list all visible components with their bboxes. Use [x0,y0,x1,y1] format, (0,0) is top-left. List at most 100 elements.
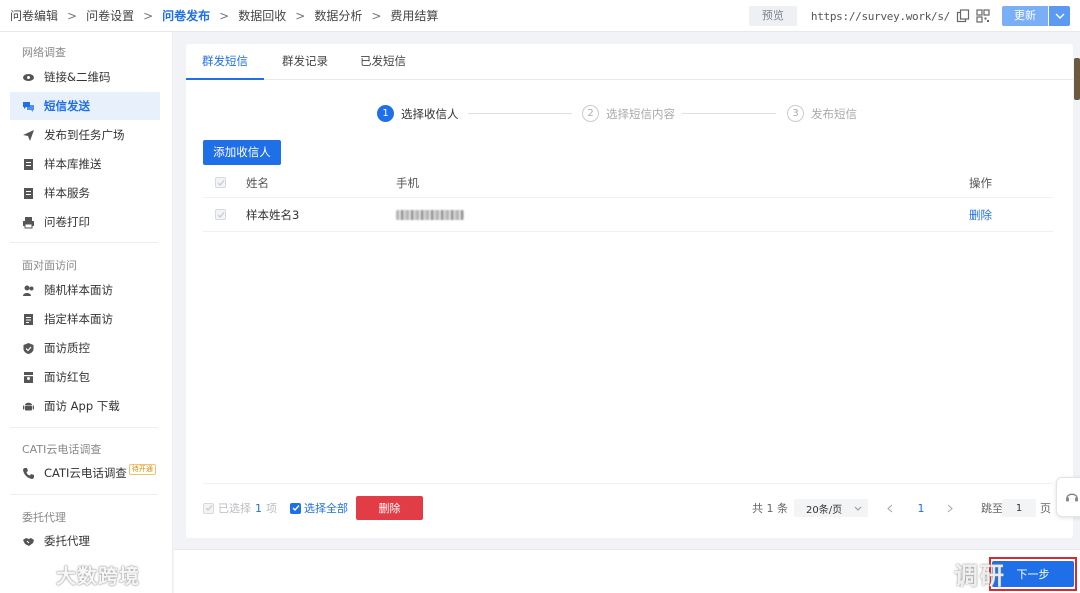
select-all-all-checkbox[interactable] [290,502,301,514]
tab-sent-sms[interactable]: 已发短信 [346,44,420,80]
sidebar-item-label: 发布到任务广场 [44,128,125,142]
next-page-button[interactable] [947,496,953,520]
select-all-label: 选择全部 [304,502,348,515]
column-header-phone: 手机 [396,175,419,190]
sidebar-item-label: 委托代理 [44,534,90,548]
sidebar-item-print[interactable]: 问卷打印 [10,208,160,236]
breadcrumb-separator: > [219,8,230,23]
sidebar-item-link-qrcode[interactable]: 链接&二维码 [10,63,160,91]
select-all-checkbox[interactable] [215,177,226,188]
divider [10,242,158,243]
scrollbar-thumb[interactable] [1074,58,1080,100]
sms-icon [22,100,35,113]
sidebar: 网络调查 链接&二维码 短信发送 发布到任务广场 样本库推送 样本服务 问卷打印… [0,32,173,593]
column-header-name: 姓名 [246,175,269,190]
page-number[interactable]: 1 [911,496,931,520]
page-unit: 页 [1040,502,1051,515]
sidebar-item-label: 样本库推送 [44,157,102,171]
sidebar-item-label: 问卷打印 [44,215,90,229]
sidebar-item-red-packet[interactable]: 面访红包 [10,363,160,391]
tab-mass-sms[interactable]: 群发短信 [186,44,264,80]
sidebar-item-assigned-interview[interactable]: 指定样本面访 [10,305,160,333]
list-icon [22,158,35,171]
sidebar-item-task-square[interactable]: 发布到任务广场 [10,121,160,149]
sidebar-item-sample-service[interactable]: 样本服务 [10,179,160,207]
sidebar-item-label: 随机样本面访 [44,283,113,297]
main-card: 群发短信 群发记录 已发短信 1 选择收信人 2 选择短信内容 3 发布短信 添… [186,44,1073,538]
sidebar-item-label: 指定样本面访 [44,312,113,326]
selected-number: 1 [255,501,262,515]
breadcrumb: 问卷编辑 > 问卷设置 > 问卷发布 > 数据回收 > 数据分析 > 费用结算 [0,7,438,24]
delete-row-link[interactable]: 删除 [969,198,992,231]
step-number: 3 [787,105,804,122]
page-size-select[interactable]: 20条/页 [794,499,868,517]
recipient-table: 姓名 手机 操作 样本姓名3 删除 [203,168,1053,232]
breadcrumb-settings[interactable]: 问卷设置 [86,7,134,24]
headset-icon [1066,493,1078,502]
selected-suffix: 项 [266,502,277,515]
step-publish: 3 发布短信 [787,105,857,122]
breadcrumb-separator: > [371,8,382,23]
sidebar-item-sample-push[interactable]: 样本库推送 [10,150,160,178]
status-badge: 待开通 [128,463,156,475]
goto-page-input[interactable]: 1 [1002,499,1036,517]
people-icon [22,284,35,297]
breadcrumb-collect[interactable]: 数据回收 [238,7,286,24]
step-select-content: 2 选择短信内容 [582,105,675,122]
step-label: 发布短信 [811,106,857,121]
sidebar-item-quality-control[interactable]: 面访质控 [10,334,160,362]
chevron-down-icon [854,506,862,511]
breadcrumb-publish[interactable]: 问卷发布 [162,7,210,24]
qrcode-icon[interactable] [976,9,990,23]
printer-icon [22,216,35,229]
document-icon [22,313,35,326]
select-all-toggle[interactable]: 选择全部 [290,496,348,520]
copy-icon[interactable] [956,9,970,23]
selected-prefix: 已选择 [218,502,251,515]
sidebar-item-app-download[interactable]: 面访 App 下载 [10,392,160,420]
sidebar-item-cati[interactable]: CATI云电话调查 待开通 [10,459,160,487]
sidebar-group-title: 面对面访问 [22,259,77,272]
step-select-recipients: 1 选择收信人 [377,105,459,122]
sidebar-item-label: CATI云电话调查 [44,466,127,480]
watermark-left: 大数跨境 [8,560,140,589]
sidebar-item-random-interview[interactable]: 随机样本面访 [10,276,160,304]
sidebar-item-label: 面访 App 下载 [44,399,120,413]
delete-button[interactable]: 删除 [356,496,423,520]
sidebar-item-sms[interactable]: 短信发送 [10,92,160,120]
add-recipient-button[interactable]: 添加收信人 [203,140,281,165]
watermark-right: 调研 [954,562,1006,590]
table-header: 姓名 手机 操作 [203,168,1053,198]
prev-page-button[interactable] [887,496,893,520]
breadcrumb-edit[interactable]: 问卷编辑 [10,7,58,24]
shield-icon [22,342,35,355]
top-bar: 问卷编辑 > 问卷设置 > 问卷发布 > 数据回收 > 数据分析 > 费用结算 … [0,0,1080,32]
handshake-icon [22,535,35,548]
goto-label: 跳至 [981,502,1003,515]
list-icon [22,187,35,200]
watermark-logo-icon [9,570,47,585]
row-checkbox[interactable] [215,209,226,220]
chevron-down-icon[interactable] [1048,6,1070,26]
step-connector [468,113,572,114]
bottom-action-bar: 下一步 [174,549,1080,593]
sidebar-item-agency[interactable]: 委托代理 [10,527,160,555]
help-float-button[interactable] [1056,477,1080,517]
preview-button[interactable]: 预览 [748,6,797,26]
table-row: 样本姓名3 删除 [203,198,1053,232]
android-icon [22,400,35,413]
sidebar-group-title: CATI云电话调查 [22,443,102,456]
breadcrumb-billing[interactable]: 费用结算 [390,7,438,24]
update-button[interactable]: 更新 [1002,6,1048,26]
tab-sms-records[interactable]: 群发记录 [268,44,342,80]
divider [10,427,158,428]
divider [10,494,158,495]
footer-checkbox[interactable] [203,502,214,514]
page-size-value: 20条/页 [806,504,843,516]
sidebar-item-label: 短信发送 [44,99,90,113]
breadcrumb-analysis[interactable]: 数据分析 [314,7,362,24]
divider [203,483,1053,484]
survey-url: https://survey.work/s/ [810,9,950,23]
chevron-right-icon [947,504,953,512]
breadcrumb-separator: > [143,8,154,23]
